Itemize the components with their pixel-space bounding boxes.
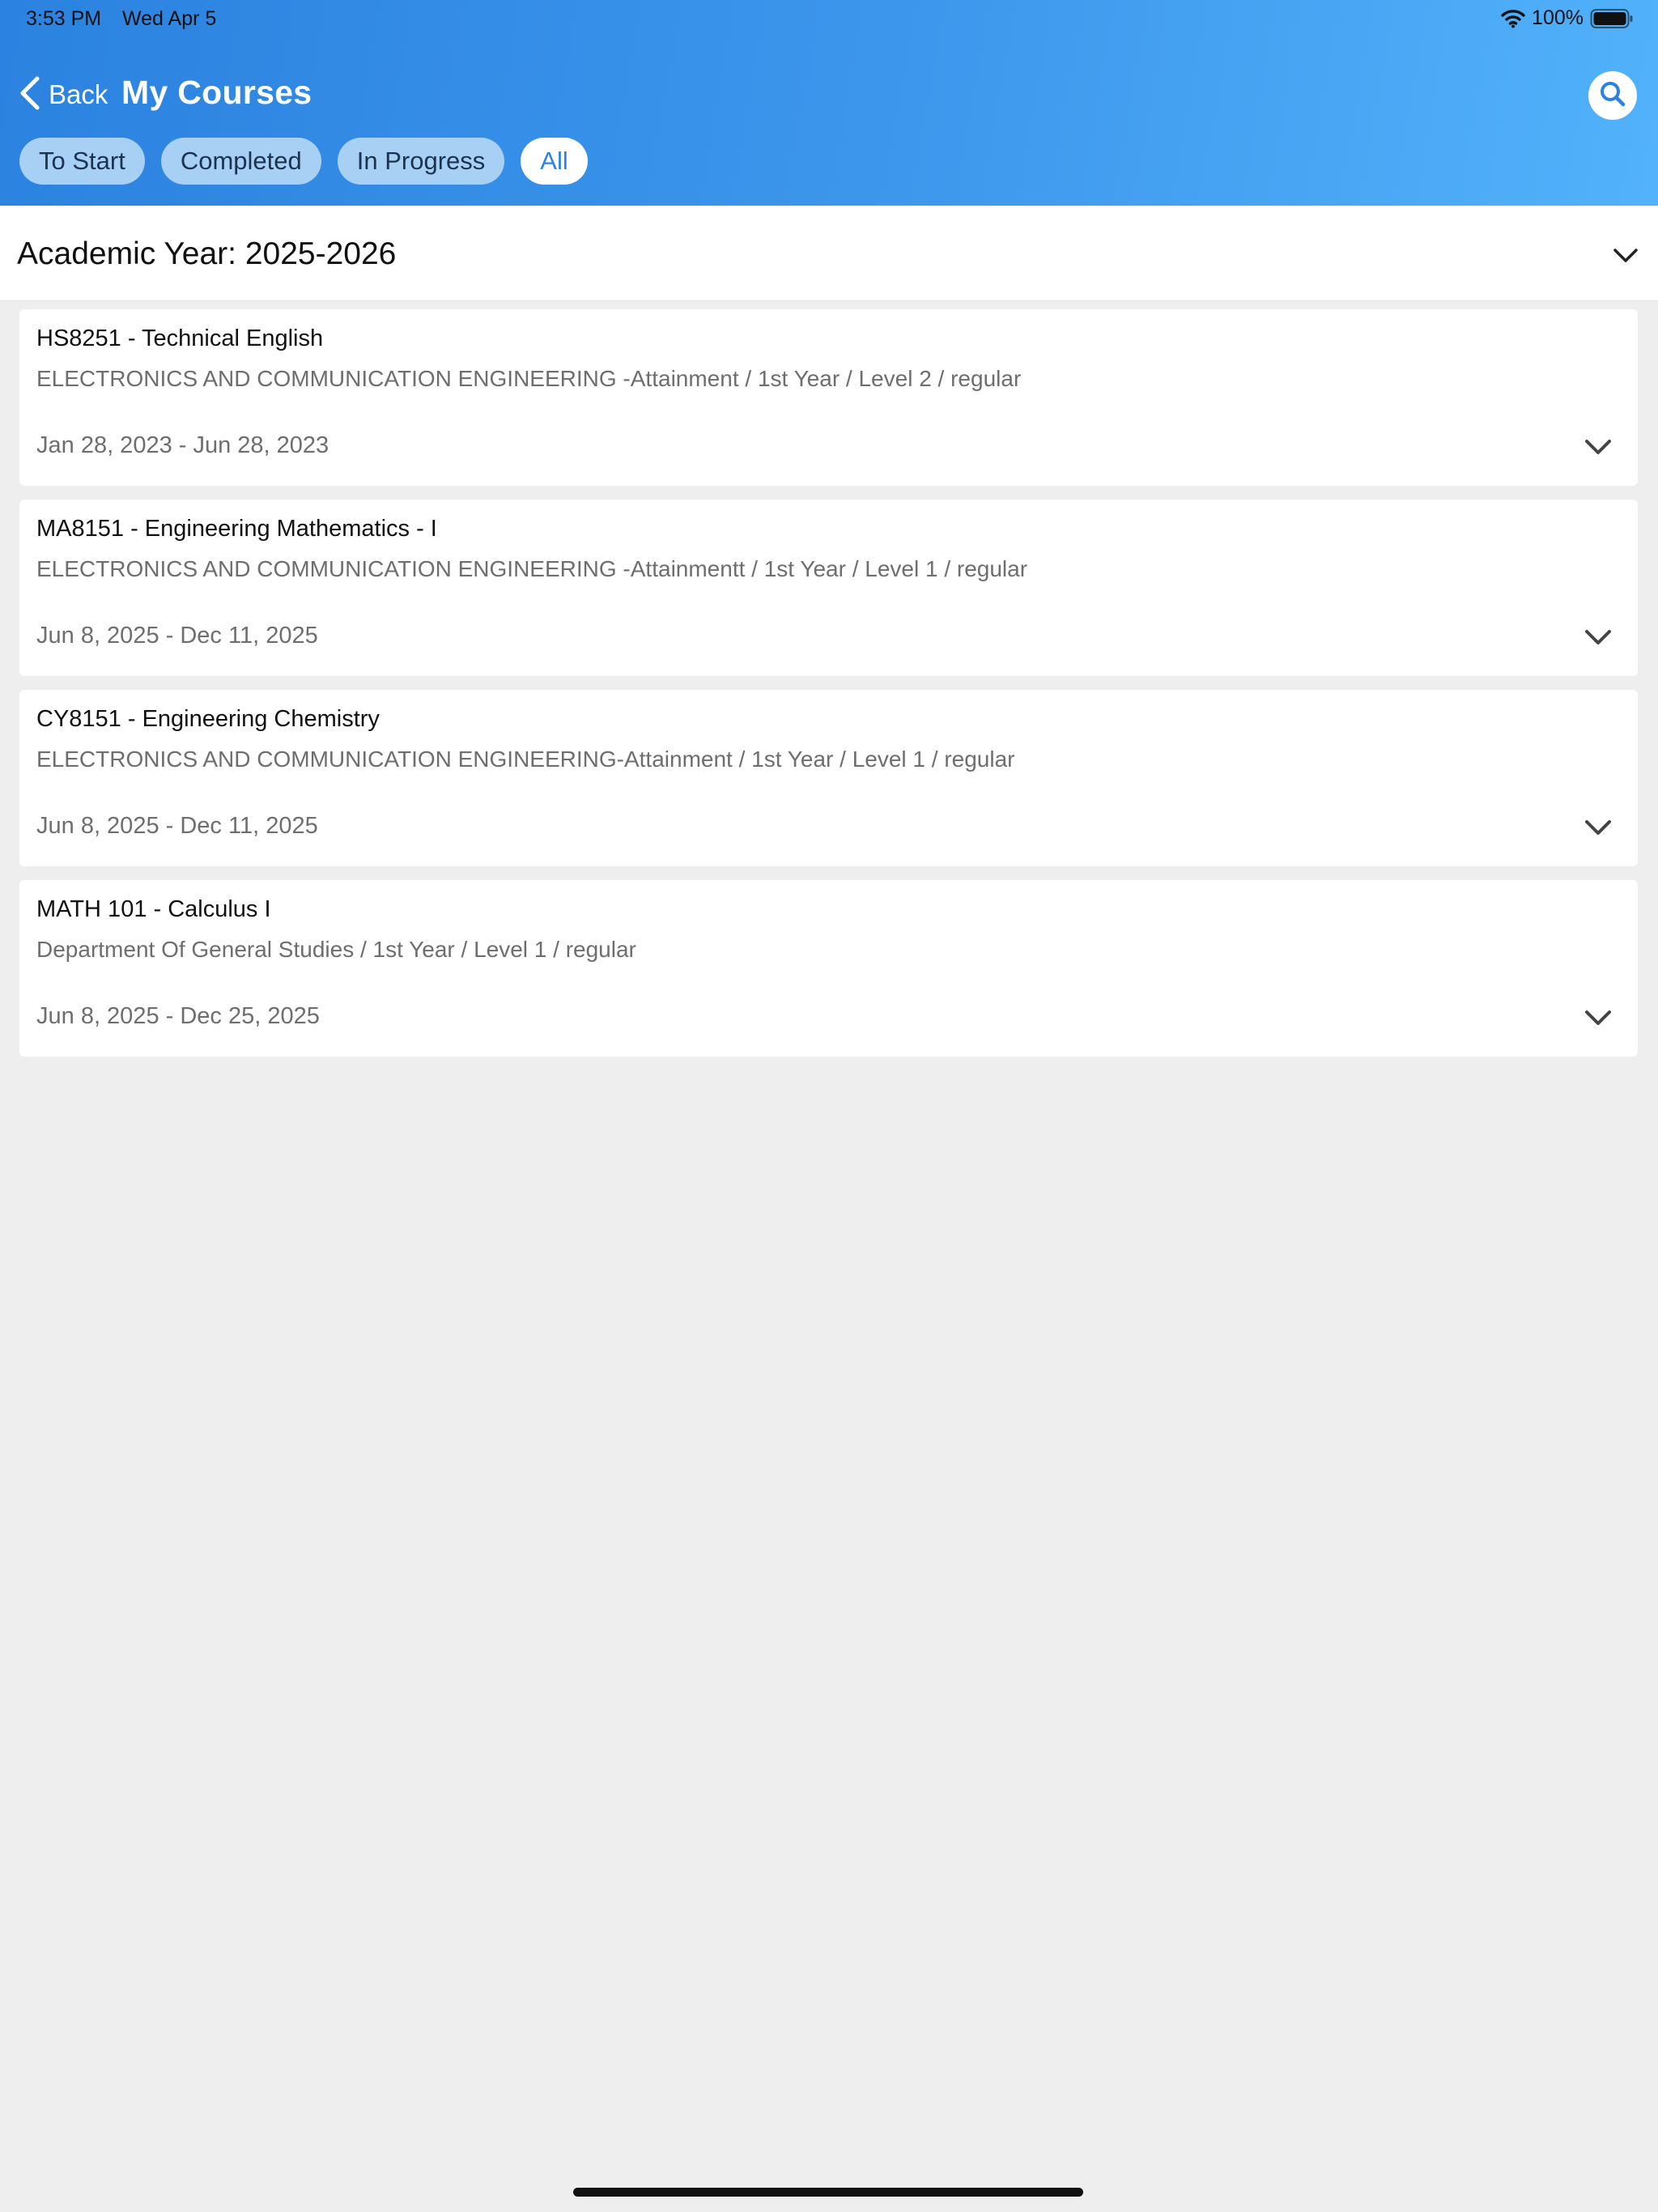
course-card[interactable]: HS8251 - Technical English ELECTRONICS A…: [19, 309, 1638, 486]
course-title: HS8251 - Technical English: [36, 325, 324, 351]
course-card[interactable]: MA8151 - Engineering Mathematics - I ELE…: [19, 500, 1638, 676]
course-department: Department Of General Studies / 1st Year…: [36, 937, 636, 962]
chevron-down-icon[interactable]: [1580, 429, 1616, 469]
filter-chip-all[interactable]: All: [521, 138, 588, 185]
page-title: My Courses: [121, 74, 312, 111]
course-department: ELECTRONICS AND COMMUNICATION ENGINEERIN…: [36, 366, 1022, 391]
status-indicators: 100%: [1501, 6, 1634, 30]
filter-chips: To Start Completed In Progress All: [19, 138, 588, 185]
course-dates: Jan 28, 2023 - Jun 28, 2023: [36, 432, 329, 458]
home-indicator[interactable]: [573, 2188, 1083, 2197]
academic-year-label: Academic Year: 2025-2026: [17, 236, 397, 271]
search-button[interactable]: [1588, 71, 1637, 120]
course-department: ELECTRONICS AND COMMUNICATION ENGINEERIN…: [36, 747, 1015, 772]
course-dates: Jun 8, 2025 - Dec 11, 2025: [36, 813, 318, 839]
filter-chip-completed[interactable]: Completed: [160, 138, 321, 185]
course-card[interactable]: CY8151 - Engineering Chemistry ELECTRONI…: [19, 690, 1638, 866]
chevron-down-icon[interactable]: [1580, 1000, 1616, 1040]
back-button[interactable]: Back: [18, 74, 108, 115]
course-title: MATH 101 - Calculus I: [36, 896, 271, 922]
course-dates: Jun 8, 2025 - Dec 25, 2025: [36, 1003, 320, 1029]
search-icon: [1598, 79, 1627, 113]
filter-chip-in-progress[interactable]: In Progress: [337, 138, 505, 185]
battery-percent: 100%: [1532, 6, 1584, 29]
course-card[interactable]: MATH 101 - Calculus I Department Of Gene…: [19, 880, 1638, 1057]
course-department: ELECTRONICS AND COMMUNICATION ENGINEERIN…: [36, 556, 1028, 581]
course-title: CY8151 - Engineering Chemistry: [36, 706, 380, 732]
academic-year-selector[interactable]: Academic Year: 2025-2026: [0, 206, 1658, 301]
battery-icon: [1590, 8, 1634, 29]
status-time: 3:53 PM: [26, 7, 102, 30]
back-label: Back: [49, 79, 108, 109]
status-bar: 3:53 PM Wed Apr 5 100%: [0, 0, 1658, 39]
chevron-down-icon[interactable]: [1580, 810, 1616, 849]
course-title: MA8151 - Engineering Mathematics - I: [36, 516, 437, 542]
status-date: Wed Apr 5: [122, 7, 217, 30]
wifi-icon: [1501, 9, 1525, 28]
chevron-down-icon[interactable]: [1580, 619, 1616, 659]
app-header: 3:53 PM Wed Apr 5 100% Back My Courses T…: [0, 0, 1658, 206]
course-list: HS8251 - Technical English ELECTRONICS A…: [19, 309, 1638, 1070]
filter-chip-to-start[interactable]: To Start: [19, 138, 145, 185]
chevron-down-icon[interactable]: [1609, 240, 1642, 276]
chevron-left-icon: [18, 74, 42, 116]
course-dates: Jun 8, 2025 - Dec 11, 2025: [36, 623, 318, 649]
